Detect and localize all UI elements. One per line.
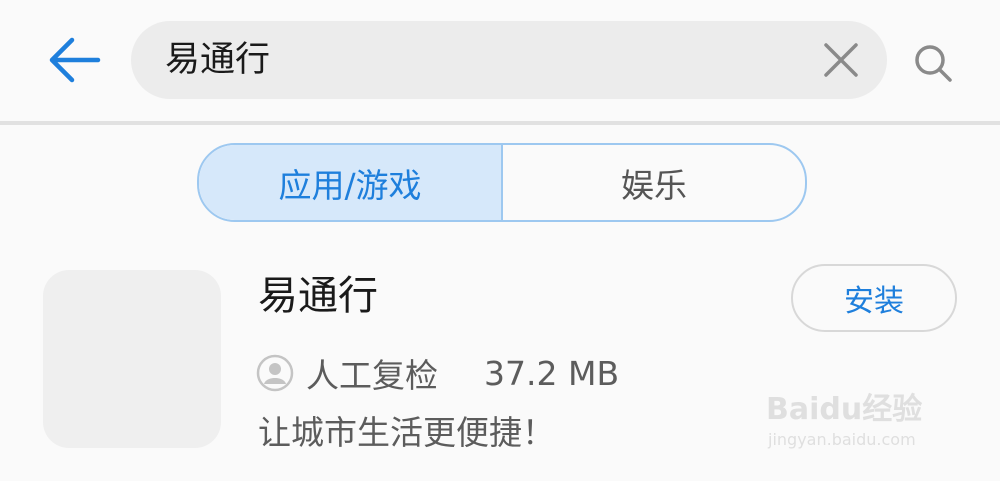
top-bar: 易通行 (0, 0, 1000, 121)
search-button[interactable] (906, 36, 962, 92)
clear-search-button[interactable] (817, 36, 865, 84)
tab-entertainment[interactable]: 娱乐 (503, 145, 805, 220)
category-tabs: 应用/游戏 娱乐 (197, 143, 807, 222)
back-button[interactable] (40, 26, 108, 94)
review-status: 人工复检 (306, 356, 438, 395)
header-divider (0, 121, 1000, 125)
install-button[interactable]: 安装 (791, 264, 957, 332)
search-input[interactable]: 易通行 (131, 21, 887, 99)
arrow-left-icon (49, 37, 101, 83)
app-meta-row: 人工复检 37.2 MB (256, 350, 619, 396)
magnifier-icon (915, 45, 952, 82)
app-size: 37.2 MB (484, 353, 620, 393)
tab-apps-games[interactable]: 应用/游戏 (199, 145, 503, 220)
user-avatar-icon (256, 354, 294, 392)
search-query-text[interactable]: 易通行 (165, 21, 270, 99)
app-list-item[interactable]: 易通行 人工复检 37.2 MB 让城市生活更便捷！ 安装 (0, 250, 1000, 481)
app-description: 让城市生活更便捷！ (258, 413, 555, 452)
app-icon-placeholder (43, 270, 221, 448)
app-name: 易通行 (258, 273, 378, 319)
close-icon (824, 43, 858, 77)
